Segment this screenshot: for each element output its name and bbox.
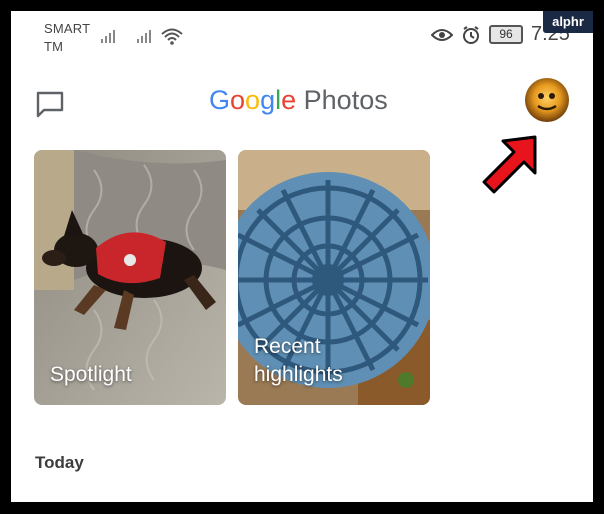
logo-letter: e <box>281 85 297 115</box>
avatar-image <box>537 93 557 111</box>
account-avatar[interactable] <box>525 78 569 122</box>
phone-screen: SMART TM 96 7:25 alphr Google Photos Spo… <box>11 11 593 502</box>
battery-icon: 96 <box>489 25 523 44</box>
memory-card-recent-highlights[interactable]: Recent highlights <box>238 150 430 405</box>
logo-letter: o <box>230 85 246 115</box>
logo-letter: G <box>209 85 231 115</box>
watermark-badge: alphr <box>543 11 593 33</box>
logo-google-word: Google <box>209 85 296 115</box>
logo-letter: o <box>245 85 261 115</box>
memory-card-spotlight[interactable]: Spotlight <box>34 150 226 405</box>
section-heading-today: Today <box>35 453 84 472</box>
google-photos-logo: Google Photos <box>209 83 388 117</box>
eye-icon <box>431 28 453 41</box>
carrier-name: SMART <box>44 21 91 36</box>
logo-photos-word: Photos <box>303 85 388 115</box>
card-label: Recent highlights <box>254 335 343 386</box>
card-label: Spotlight <box>50 363 132 386</box>
logo-letter: g <box>260 85 276 115</box>
annotation-arrow-icon <box>482 135 537 194</box>
wifi-icon <box>161 28 183 45</box>
carrier-subname: TM <box>44 39 64 54</box>
alarm-icon <box>463 25 479 44</box>
carrier-label: SMART TM <box>44 20 90 56</box>
chat-icon[interactable] <box>33 87 67 121</box>
signal-icon <box>137 30 151 43</box>
signal-icon <box>101 30 115 43</box>
